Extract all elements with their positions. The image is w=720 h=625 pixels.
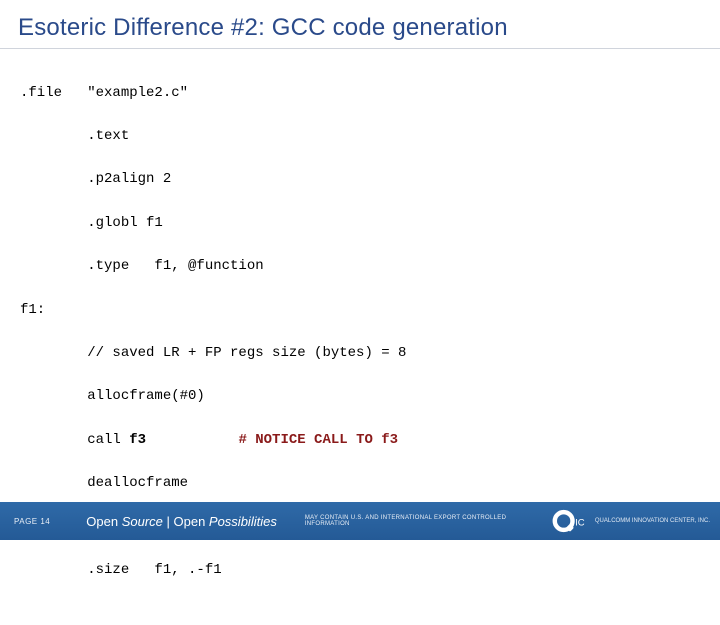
- code-line-call: call f3 # NOTICE CALL TO f3: [20, 430, 700, 452]
- tagline-italic: Source: [122, 514, 163, 529]
- page-number: PAGE 14: [14, 517, 50, 526]
- code-line: .text: [20, 126, 700, 148]
- code-line: .globl f1: [20, 213, 700, 235]
- tagline-text: Open: [86, 514, 121, 529]
- tagline-text: | Open: [163, 514, 209, 529]
- code-line: .file "example2.c": [20, 83, 700, 105]
- code-line: // saved LR + FP regs size (bytes) = 8: [20, 343, 700, 365]
- footer-tagline: Open Source | Open Possibilities: [86, 514, 277, 529]
- call-target: f3: [129, 432, 146, 448]
- page-title: Esoteric Difference #2: GCC code generat…: [0, 0, 720, 49]
- code-line: deallocframe: [20, 473, 700, 495]
- tagline-italic: Possibilities: [209, 514, 277, 529]
- slide: Esoteric Difference #2: GCC code generat…: [0, 0, 720, 540]
- quic-logo-icon: IC: [551, 508, 589, 534]
- call-comment: # NOTICE CALL TO f3: [146, 432, 398, 448]
- code-line: .size f1, .-f1: [20, 560, 700, 582]
- code-line: allocframe(#0): [20, 386, 700, 408]
- call-prefix: call: [20, 432, 129, 448]
- footer-logo-subtext: QUALCOMM INNOVATION CENTER, INC.: [595, 518, 710, 525]
- footer-logo: IC QUALCOMM INNOVATION CENTER, INC.: [551, 508, 710, 534]
- code-line-label: f1:: [20, 300, 700, 322]
- code-line: .p2align 2: [20, 169, 700, 191]
- code-line: .type f1, @function: [20, 256, 700, 278]
- svg-text:IC: IC: [575, 517, 585, 528]
- footer-bar: PAGE 14 Open Source | Open Possibilities…: [0, 502, 720, 540]
- footer-disclaimer: MAY CONTAIN U.S. AND INTERNATIONAL EXPOR…: [305, 515, 551, 527]
